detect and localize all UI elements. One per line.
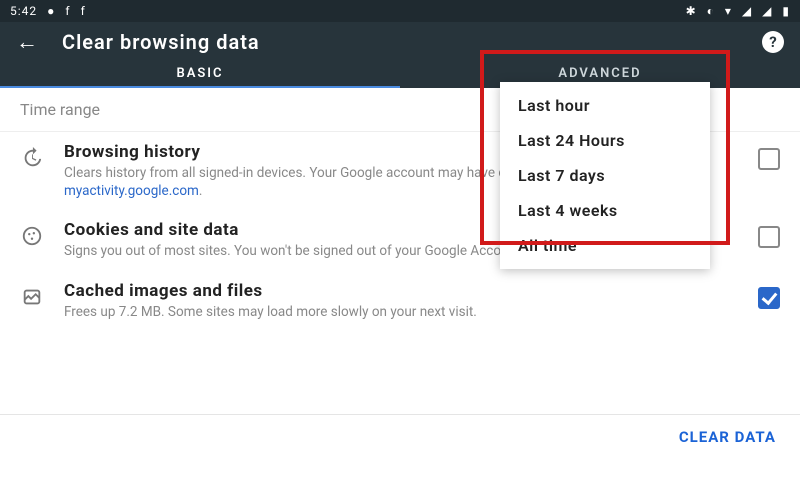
item-cache[interactable]: Cached images and files Frees up 7.2 MB.… xyxy=(0,271,800,331)
history-icon xyxy=(20,146,44,170)
status-time: 5:42 xyxy=(10,4,37,18)
opt-last-4w[interactable]: Last 4 weeks xyxy=(500,193,710,228)
history-checkbox[interactable] xyxy=(758,148,780,170)
help-button[interactable]: ? xyxy=(762,31,784,53)
bluetooth-icon: ✱ xyxy=(686,4,697,18)
battery-icon: ▮ xyxy=(782,4,790,18)
app-bar: ← Clear browsing data ? xyxy=(0,22,800,62)
footer-bar: CLEAR DATA xyxy=(0,414,800,458)
time-range-dropdown: Last hour Last 24 Hours Last 7 days Last… xyxy=(500,82,710,269)
status-bar: 5:42 ● f f ✱ ◐ ▾ ◢ ◢ ▮ xyxy=(0,0,800,22)
back-button[interactable]: ← xyxy=(16,29,38,55)
opt-last-24h[interactable]: Last 24 Hours xyxy=(500,123,710,158)
myactivity-link[interactable]: myactivity.google.com xyxy=(64,183,199,199)
cookies-checkbox[interactable] xyxy=(758,226,780,248)
opt-all-time[interactable]: All time xyxy=(500,228,710,263)
clear-data-button[interactable]: CLEAR DATA xyxy=(679,428,776,446)
signal2-icon: ◢ xyxy=(762,4,772,18)
status-notif-icon: ● xyxy=(47,4,55,18)
cache-checkbox[interactable] xyxy=(758,287,780,309)
status-fb1-icon: f xyxy=(65,4,70,18)
opt-last-7d[interactable]: Last 7 days xyxy=(500,158,710,193)
page-title: Clear browsing data xyxy=(62,30,762,54)
cache-title: Cached images and files xyxy=(64,281,738,301)
tab-basic[interactable]: BASIC xyxy=(0,62,400,88)
opt-last-hour[interactable]: Last hour xyxy=(500,88,710,123)
time-range-label: Time range xyxy=(20,100,100,119)
vol-icon: ▾ xyxy=(725,4,732,18)
rotate-icon: ◐ xyxy=(707,4,715,18)
cache-desc: Frees up 7.2 MB. Some sites may load mor… xyxy=(64,303,738,321)
signal1-icon: ◢ xyxy=(742,4,752,18)
cache-icon xyxy=(20,285,44,309)
cookies-icon xyxy=(20,224,44,248)
status-fb2-icon: f xyxy=(81,4,86,18)
